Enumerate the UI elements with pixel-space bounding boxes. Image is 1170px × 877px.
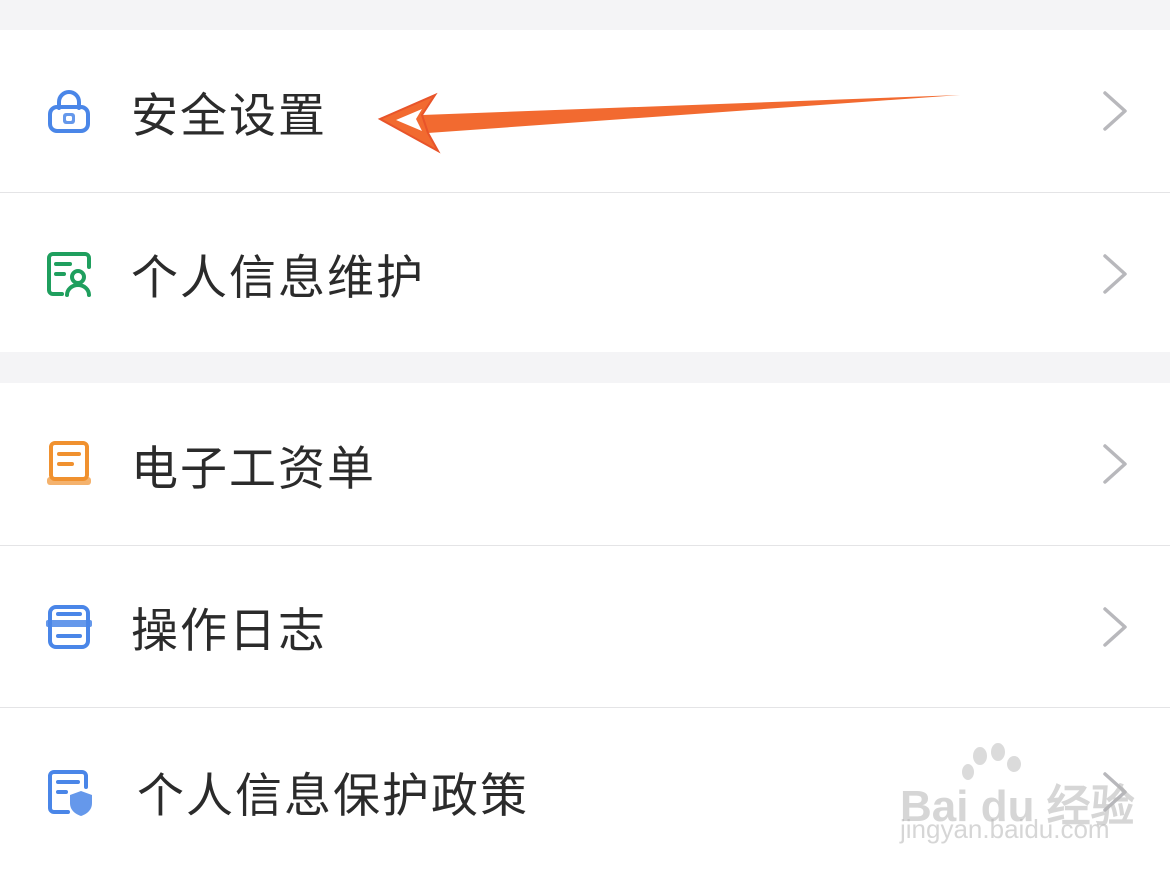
- menu-item-label: 电子工资单: [131, 441, 376, 497]
- menu-item-label: 个人信息维护: [131, 251, 425, 306]
- log-list-icon: [44, 602, 94, 652]
- chevron-right-icon: [1098, 605, 1130, 649]
- chevron-right-icon: [1098, 442, 1130, 486]
- menu-item-payslip[interactable]: 电子工资单: [0, 383, 1170, 545]
- chevron-right-icon: [1098, 89, 1130, 133]
- shield-document-icon: [44, 767, 94, 817]
- lock-icon: [44, 86, 94, 136]
- menu-item-label: 操作日志: [131, 604, 327, 659]
- chevron-right-icon: [1098, 252, 1130, 296]
- arrow-annotation-icon: [370, 85, 970, 155]
- settings-group-account: 安全设置 个人信息维护: [0, 30, 1170, 352]
- profile-card-icon: [44, 249, 94, 299]
- chevron-right-icon: [1098, 770, 1130, 814]
- menu-item-privacy-policy[interactable]: 个人信息保护政策: [0, 707, 1170, 875]
- menu-item-label: 安全设置: [131, 88, 327, 144]
- settings-group-records: 电子工资单 操作日志 个人信息保护政策: [0, 383, 1170, 877]
- menu-item-security-settings[interactable]: 安全设置: [0, 30, 1170, 192]
- menu-item-label: 个人信息保护政策: [137, 769, 529, 824]
- menu-item-personal-info[interactable]: 个人信息维护: [0, 192, 1170, 354]
- menu-item-operation-log[interactable]: 操作日志: [0, 545, 1170, 707]
- payslip-icon: [44, 439, 94, 489]
